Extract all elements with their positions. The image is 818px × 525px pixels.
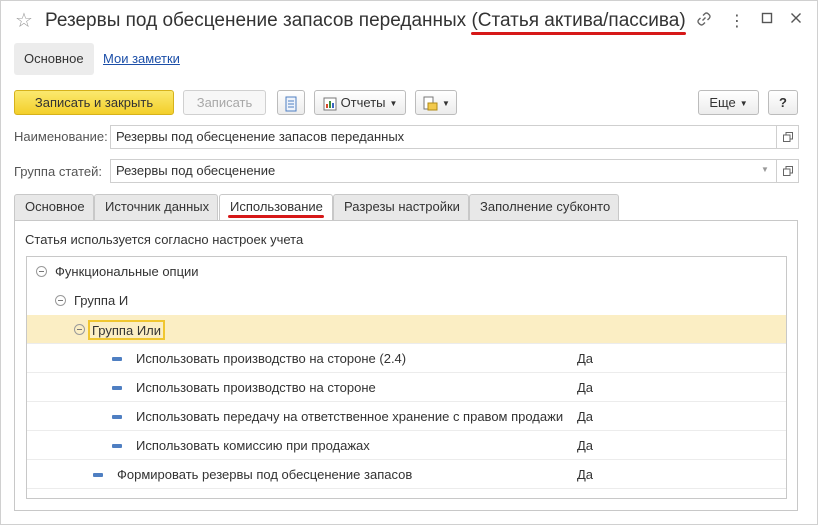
open-window-icon <box>782 132 793 143</box>
maximize-icon-graphic <box>761 12 773 24</box>
usage-caption: Статья используется согласно настроек уч… <box>25 232 304 247</box>
more-menu-icon[interactable]: ⋮ <box>727 11 747 31</box>
more-label: Еще <box>709 95 736 110</box>
favorite-star-icon[interactable]: ☆ <box>15 9 33 31</box>
tree-row-label: Использовать комиссию при продажах <box>136 438 370 453</box>
tree-row[interactable]: Использовать производство на стороне (2.… <box>27 344 786 373</box>
save-button[interactable]: Записать <box>183 90 266 115</box>
group-dropdown-icon[interactable]: ▼ <box>755 159 775 183</box>
save-and-close-button[interactable]: Записать и закрыть <box>14 90 174 115</box>
tree-row[interactable]: Группа И <box>27 286 786 315</box>
tab-subconto-filling[interactable]: Заполнение субконто <box>469 194 619 220</box>
tree-row[interactable]: Функциональные опции <box>27 257 786 286</box>
nav-tab-main[interactable]: Основное <box>14 43 94 75</box>
print-document-icon <box>423 96 438 111</box>
open-window-icon <box>782 166 793 177</box>
help-button[interactable]: ? <box>768 90 798 115</box>
tree-row-selected[interactable]: Группа Или <box>27 315 786 344</box>
option-leaf-icon <box>112 386 122 390</box>
title-bar: ☆ Резервы под обесценение запасов переда… <box>1 1 817 41</box>
collapse-icon[interactable] <box>36 266 47 277</box>
name-label: Наименование: <box>14 129 108 144</box>
tree-row-value: Да <box>577 351 594 366</box>
reports-label: Отчеты <box>340 95 386 110</box>
tree-row-label: Группа Или <box>88 320 166 340</box>
document-list-icon <box>285 96 297 112</box>
nav-link-my-notes[interactable]: Мои заметки <box>93 43 190 75</box>
more-button[interactable]: Еще ▼ <box>698 90 759 115</box>
tab-main[interactable]: Основное <box>14 194 94 220</box>
group-label: Группа статей: <box>14 164 102 179</box>
option-leaf-icon <box>93 473 103 477</box>
print-menu-button[interactable]: ▼ <box>415 90 457 115</box>
link-icon[interactable] <box>694 11 714 31</box>
list-view-button[interactable] <box>277 90 305 115</box>
option-leaf-icon <box>112 357 122 361</box>
tree-row[interactable]: Использовать передачу на ответственное х… <box>27 402 786 431</box>
name-field[interactable]: Резервы под обесценение запасов переданн… <box>110 125 777 149</box>
group-field[interactable]: Резервы под обесценение <box>110 159 777 183</box>
tree-row[interactable]: Использовать производство на стороне Да <box>27 373 786 402</box>
reports-icon <box>323 97 337 111</box>
close-icon[interactable] <box>786 11 806 31</box>
tree-row-value: Да <box>577 380 594 395</box>
collapse-icon[interactable] <box>55 295 66 306</box>
active-tab-underline <box>228 215 324 218</box>
chevron-down-icon: ▼ <box>389 99 398 109</box>
tree-row-label: Использовать производство на стороне <box>136 380 376 395</box>
tab-data-source[interactable]: Источник данных <box>94 194 218 220</box>
tree-row-value: Да <box>577 438 594 453</box>
maximize-icon[interactable] <box>757 11 777 31</box>
form-window: ☆ Резервы под обесценение запасов переда… <box>0 0 818 525</box>
reports-button[interactable]: Отчеты ▼ <box>314 90 406 115</box>
tree-row-label: Группа И <box>74 293 129 308</box>
open-group-button[interactable] <box>777 159 799 183</box>
tree-row-label: Функциональные опции <box>55 264 199 279</box>
tree-row-label: Формировать резервы под обесценение запа… <box>117 467 413 482</box>
tab-settings-sections[interactable]: Разрезы настройки <box>333 194 469 220</box>
tree-row-label: Использовать передачу на ответственное х… <box>136 409 564 424</box>
option-leaf-icon <box>112 444 122 448</box>
tree-row-value: Да <box>577 409 594 424</box>
tree-row-value: Да <box>577 467 594 482</box>
link-icon-graphic <box>697 12 711 26</box>
chevron-down-icon: ▼ <box>739 99 748 109</box>
tab-usage-label: Использование <box>230 199 323 214</box>
option-leaf-icon <box>112 415 122 419</box>
tree-row[interactable]: Формировать резервы под обесценение запа… <box>27 460 786 489</box>
close-icon-graphic <box>791 13 801 23</box>
options-tree[interactable]: Функциональные опции Группа И Группа Или… <box>26 256 787 499</box>
tree-row[interactable]: Использовать комиссию при продажах Да <box>27 431 786 460</box>
collapse-icon[interactable] <box>74 324 85 335</box>
window-title: Резервы под обесценение запасов переданн… <box>45 9 686 33</box>
chevron-down-icon: ▼ <box>442 99 450 109</box>
window-title-type: (Статья актива/пассива) <box>471 10 686 31</box>
tab-usage[interactable]: Использование <box>219 194 333 221</box>
tree-row-label: Использовать производство на стороне (2.… <box>136 351 407 366</box>
open-name-button[interactable] <box>777 125 799 149</box>
window-title-main: Резервы под обесценение запасов переданн… <box>45 10 472 31</box>
